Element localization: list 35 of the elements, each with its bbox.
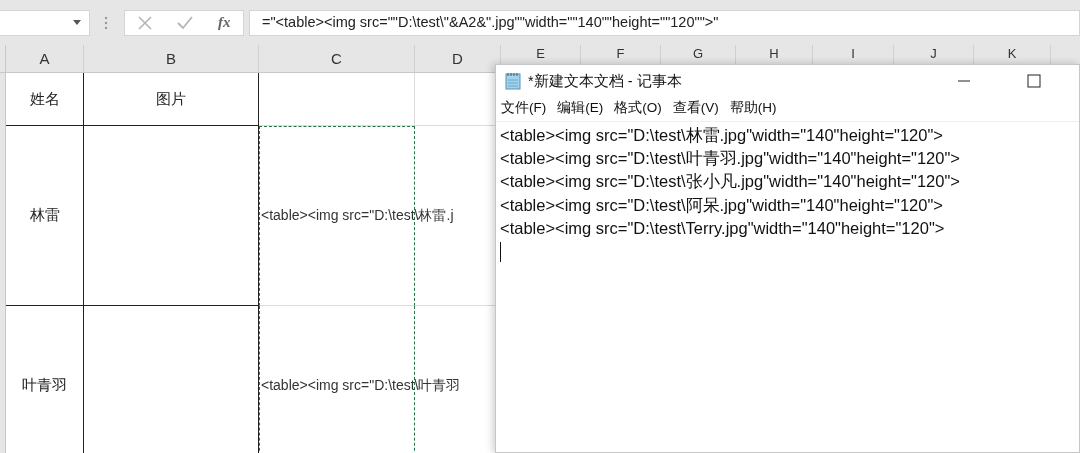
- cell-text: <table><img src="D:\test\叶青羽: [261, 377, 461, 395]
- cell-text: 叶青羽: [22, 376, 67, 395]
- cell-text: 林雷: [29, 206, 60, 225]
- name-box[interactable]: [0, 9, 90, 36]
- caret-icon: [73, 20, 81, 25]
- cell-text: <table><img src="D:\test\林雷.j: [261, 207, 454, 225]
- cell-text: 图片: [156, 89, 186, 109]
- check-icon[interactable]: [176, 15, 193, 30]
- maximize-icon[interactable]: [1027, 74, 1041, 88]
- table-cell[interactable]: 叶青羽: [6, 306, 84, 453]
- menu-item[interactable]: 帮助(H): [729, 99, 777, 117]
- text-line: <table><img src="D:\test\林雷.jpg"width="140"height="120">: [500, 125, 944, 146]
- menu-item[interactable]: 编辑(E): [557, 99, 604, 117]
- text-line: <table><img src="D:\test\阿呆.jpg"width="140"height="120">: [500, 194, 944, 216]
- table-cell[interactable]: 图片: [84, 73, 259, 126]
- menu-item[interactable]: 文件(F): [501, 99, 547, 117]
- text-line: <table><img src="D:\test\叶青羽.jpg"width="140"height="120">: [500, 148, 961, 170]
- cell-text: 姓名: [29, 89, 60, 109]
- menu-item[interactable]: 格式(O): [614, 99, 662, 117]
- notepad-icon: [504, 72, 522, 90]
- text-line: <table><img src="D:\test\Terry.jpg"width="140"height="120">: [500, 217, 946, 239]
- cancel-icon[interactable]: [137, 15, 152, 30]
- formula-field[interactable]: ="<table><img src=""D:\test\"&A2&".jpg""width=""140""height=""120"">": [249, 9, 1080, 36]
- table-cell[interactable]: 姓名: [6, 73, 84, 126]
- insert-function-button[interactable]: fx: [217, 14, 231, 31]
- column-header[interactable]: C: [259, 45, 415, 72]
- column-header[interactable]: A: [6, 45, 84, 72]
- text-cursor: [500, 242, 501, 262]
- table-cell[interactable]: [84, 126, 259, 306]
- drag-handle-icon[interactable]: [104, 15, 108, 30]
- text-line: <table><img src="D:\test\张小凡.jpg"width="140"height="120">: [500, 171, 961, 193]
- window-title: *新建文本文档 - 记事本: [528, 71, 683, 91]
- column-header[interactable]: B: [84, 45, 259, 72]
- table-cell[interactable]: 林雷: [6, 126, 84, 306]
- menu-item[interactable]: 查看(V): [672, 99, 719, 117]
